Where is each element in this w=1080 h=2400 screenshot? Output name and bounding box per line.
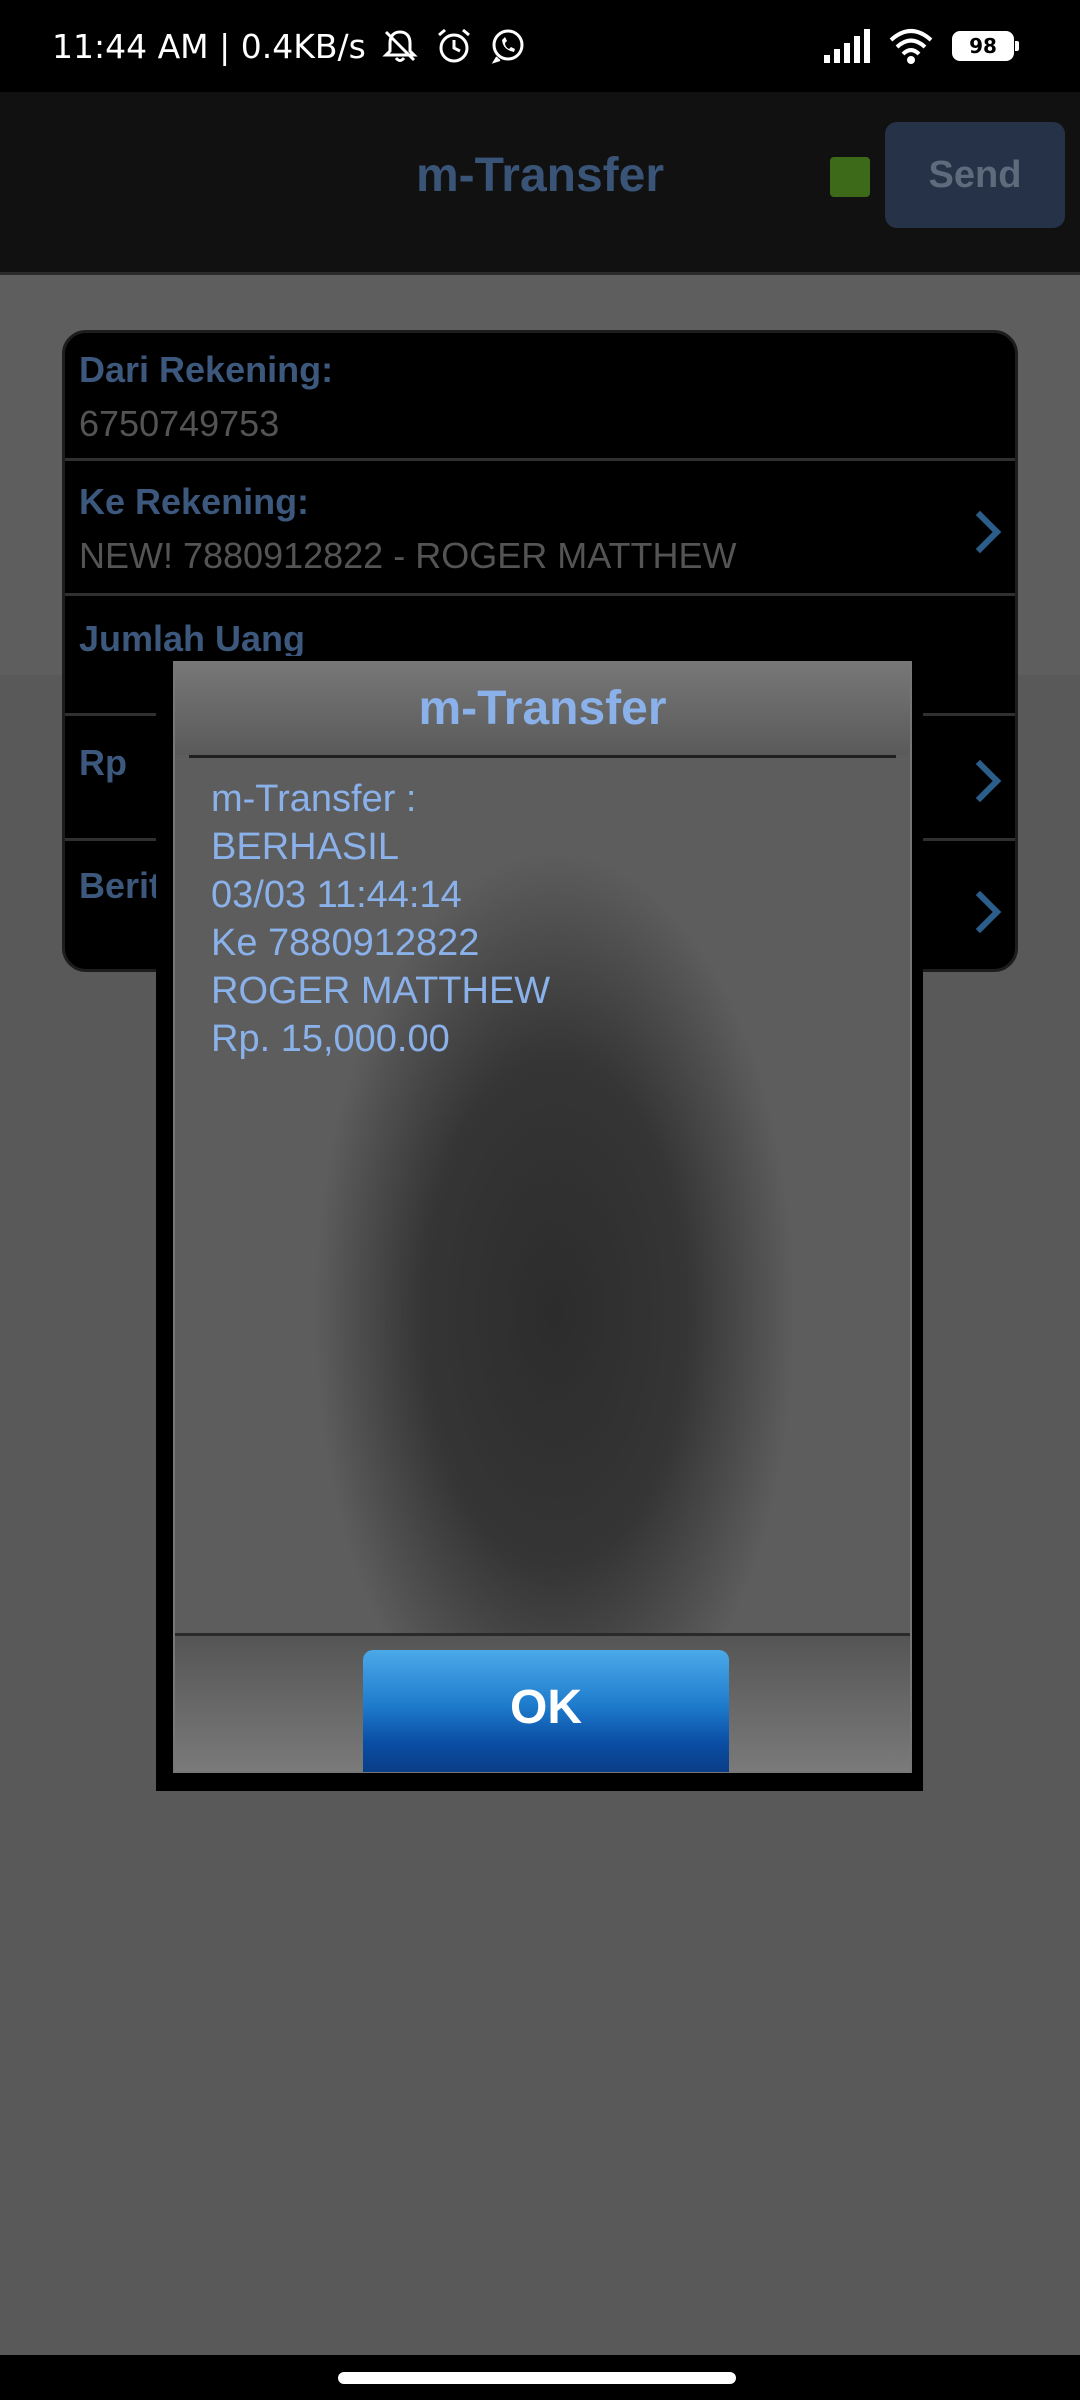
status-right: 98 <box>822 28 1019 64</box>
source-account-label: Dari Rekening: <box>79 349 334 390</box>
message-line: m-Transfer : <box>211 778 417 820</box>
message-line: BERHASIL <box>211 826 399 868</box>
battery-icon: 98 <box>952 31 1019 61</box>
status-left: 11:44 AM | 0.4KB/s <box>52 26 528 66</box>
message-label: Berit <box>79 865 162 906</box>
battery-level: 98 <box>969 34 997 58</box>
signal-icon <box>824 29 870 63</box>
destination-account-label: Ke Rekening: <box>79 481 310 522</box>
chevron-right-icon <box>958 890 1002 934</box>
app-header: m-Transfer Send <box>0 92 1080 275</box>
message-line: Ke 7880912822 <box>211 922 480 964</box>
home-indicator[interactable] <box>338 2372 736 2384</box>
dialog-footer: OK <box>175 1633 910 1772</box>
form-row-source-account[interactable]: Dari Rekening: 6750749753 <box>65 333 1015 461</box>
message-line: Rp. 15,000.00 <box>211 1018 450 1060</box>
ok-button[interactable]: OK <box>363 1650 729 1772</box>
destination-account-value: NEW! 7880912822 - ROGER MATTHEW <box>79 535 737 576</box>
form-row-destination-account[interactable]: Ke Rekening: NEW! 7880912822 - ROGER MAT… <box>65 461 1015 596</box>
status-time: 11:44 AM | 0.4KB/s <box>52 26 366 66</box>
navigation-bar <box>0 2355 1080 2400</box>
dialog-overlay: m-Transfer m-Transfer : BERHASIL 03/03 1… <box>156 656 923 1791</box>
chevron-right-icon <box>958 510 1002 554</box>
chevron-right-icon <box>958 759 1002 803</box>
source-account-value: 6750749753 <box>79 403 280 444</box>
dialog-title: m-Transfer <box>175 663 910 755</box>
amount-label: Jumlah Uang <box>79 618 306 659</box>
result-dialog: m-Transfer m-Transfer : BERHASIL 03/03 1… <box>173 661 912 1773</box>
send-button[interactable]: Send <box>885 122 1065 228</box>
status-bar: 11:44 AM | 0.4KB/s 98 <box>0 0 1080 92</box>
currency-label: Rp <box>79 742 127 783</box>
message-line: 03/03 11:44:14 <box>211 874 462 916</box>
dialog-divider <box>189 755 896 758</box>
bell-off-icon <box>382 30 418 62</box>
dialog-message: m-Transfer : BERHASIL 03/03 11:44:14 Ke … <box>211 775 550 1063</box>
alarm-icon <box>437 28 470 63</box>
whatsapp-icon <box>491 29 524 64</box>
wifi-icon <box>889 29 933 64</box>
message-line: ROGER MATTHEW <box>211 970 551 1012</box>
status-indicator <box>830 157 870 197</box>
